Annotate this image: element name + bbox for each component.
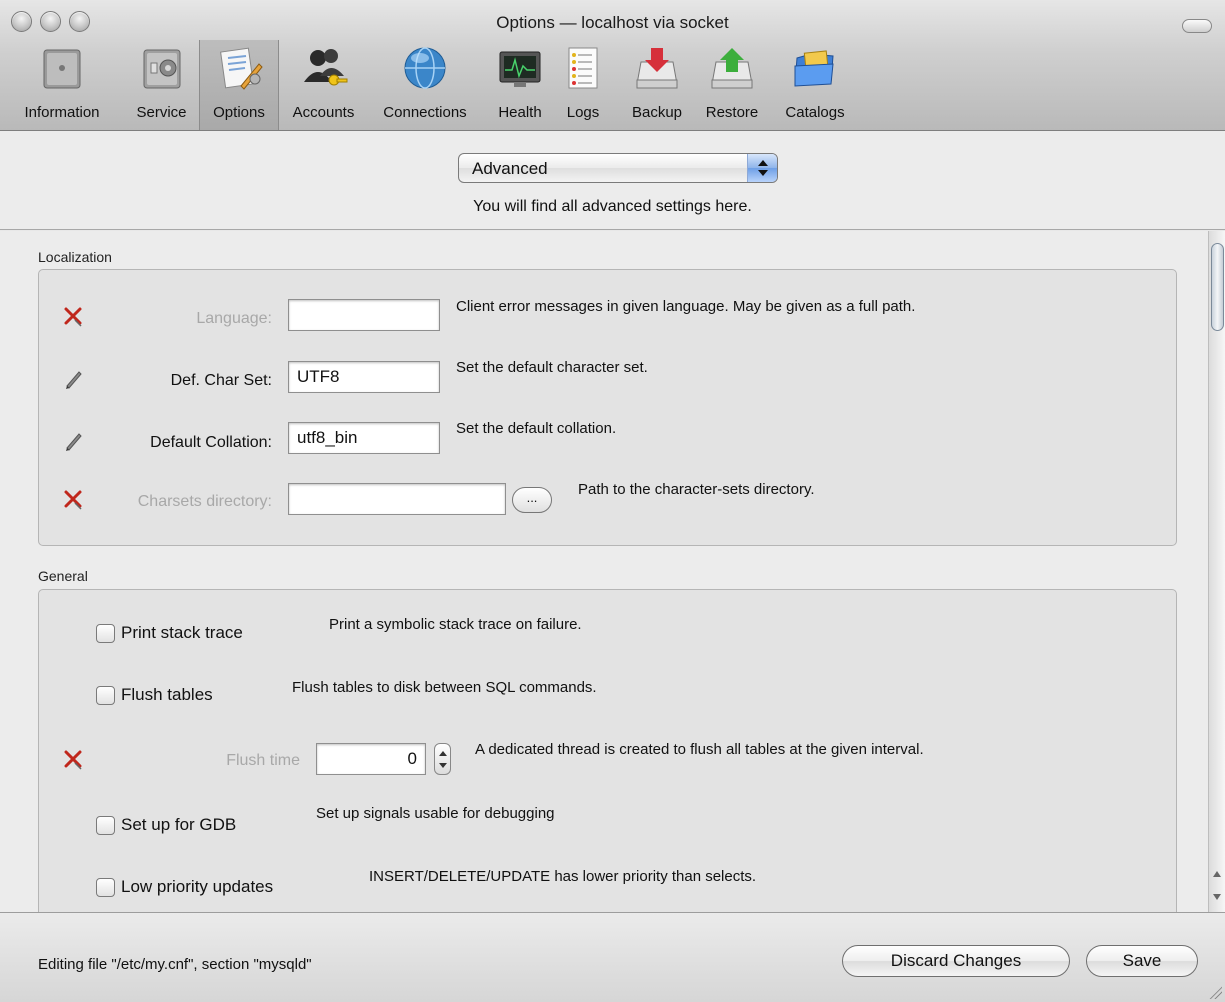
toolbar-item-backup[interactable]: Backup [620, 40, 694, 130]
set-up-for-gdb-label: Set up for GDB [121, 815, 237, 834]
save-button[interactable]: Save [1086, 945, 1198, 977]
options-window: Options — localhost via socket Informati… [0, 0, 1225, 1002]
toolbar-item-catalogs[interactable]: Catalogs [770, 40, 860, 130]
toolbar-item-information[interactable]: Information [0, 40, 124, 130]
print-stack-trace-label: Print stack trace [121, 623, 243, 642]
section-popup-value: Advanced [472, 159, 548, 178]
def-char-set-description: Set the default character set. [456, 359, 648, 376]
disabled-x-icon[interactable] [62, 748, 84, 770]
discard-changes-button[interactable]: Discard Changes [842, 945, 1070, 977]
toolbar-toggle-button[interactable] [1182, 19, 1212, 33]
pencil-icon[interactable] [62, 429, 84, 451]
disabled-x-icon[interactable] [62, 305, 84, 327]
section-description: You will find all advanced settings here… [473, 198, 752, 215]
toolbar-item-restore[interactable]: Restore [694, 40, 770, 130]
toolbar-item-options[interactable]: Options [199, 40, 279, 130]
flush-time-stepper[interactable] [434, 743, 451, 775]
flush-tables-description: Flush tables to disk between SQL command… [292, 679, 597, 696]
disabled-x-icon[interactable] [62, 488, 84, 510]
toolbar-item-logs[interactable]: Logs [556, 40, 610, 130]
options-icon [220, 47, 263, 90]
toolbar-item-health[interactable]: Health [484, 40, 556, 130]
flush-tables-checkbox[interactable]: Flush tables [96, 685, 213, 705]
checkbox-box[interactable] [96, 685, 115, 705]
settings-scroll-area[interactable]: Localization Language: Client error mess… [0, 231, 1225, 912]
toolbar-label-connections: Connections [383, 104, 467, 121]
flush-tables-label: Flush tables [121, 685, 213, 704]
toolbar-label-accounts: Accounts [292, 104, 355, 121]
resize-grip-icon[interactable] [1208, 985, 1222, 999]
toolbar-item-service[interactable]: Service [124, 40, 199, 130]
toolbar-label-service: Service [136, 104, 187, 121]
restore-icon [711, 48, 753, 89]
default-collation-label: Default Collation: [150, 434, 272, 451]
low-priority-updates-checkbox[interactable]: Low priority updates [96, 877, 273, 897]
flush-time-description: A dedicated thread is created to flush a… [475, 741, 924, 758]
toolbar-label-options: Options [213, 104, 265, 121]
def-char-set-field[interactable]: UTF8 [288, 361, 440, 393]
general-group-title: General [38, 568, 88, 584]
scrollbar-thumb[interactable] [1211, 243, 1224, 331]
scroll-up-arrow-icon[interactable] [1213, 871, 1221, 877]
language-label: Language: [196, 310, 272, 327]
browse-button[interactable]: ... [512, 487, 552, 513]
backup-icon [636, 48, 678, 89]
def-char-set-label: Def. Char Set: [170, 372, 272, 389]
connections-icon [404, 47, 446, 89]
charsets-directory-field[interactable] [288, 483, 506, 515]
flush-time-field[interactable]: 0 [316, 743, 426, 775]
set-up-for-gdb-description: Set up signals usable for debugging [316, 805, 555, 822]
toolbar-label-information: Information [24, 104, 100, 121]
bottom-bar: Editing file "/etc/my.cnf", section "mys… [0, 912, 1225, 1002]
charsets-directory-description: Path to the character-sets directory. [578, 481, 815, 498]
toolbar: Information Service Options Accounts Con… [0, 40, 1225, 130]
window-title: Options — localhost via socket [496, 13, 729, 32]
toolbar-item-accounts[interactable]: Accounts [281, 40, 366, 130]
checkbox-box[interactable] [96, 877, 115, 897]
set-up-for-gdb-checkbox[interactable]: Set up for GDB [96, 815, 236, 835]
section-popup[interactable]: Advanced [458, 153, 778, 183]
toolbar-label-logs: Logs [566, 104, 600, 121]
language-field[interactable] [288, 299, 440, 331]
accounts-icon [303, 49, 347, 86]
flush-time-label: Flush time [226, 752, 300, 769]
title-bar: Options — localhost via socket Informati… [0, 0, 1225, 131]
catalogs-icon [794, 50, 834, 87]
scroll-down-arrow-icon[interactable] [1213, 894, 1221, 900]
information-icon [43, 49, 81, 89]
language-description: Client error messages in given language.… [456, 298, 916, 315]
health-icon [499, 51, 541, 87]
popup-arrows-icon [747, 154, 777, 182]
toolbar-label-backup: Backup [631, 104, 683, 121]
low-priority-updates-description: INSERT/DELETE/UPDATE has lower priority … [369, 868, 757, 885]
status-text: Editing file "/etc/my.cnf", section "mys… [38, 956, 312, 973]
print-stack-trace-checkbox[interactable]: Print stack trace [96, 623, 243, 643]
localization-group-title: Localization [38, 249, 112, 265]
section-selector-panel: Advanced You will find all advanced sett… [0, 131, 1225, 230]
charsets-directory-label: Charsets directory: [137, 493, 272, 510]
low-priority-updates-label: Low priority updates [121, 877, 274, 896]
default-collation-description: Set the default collation. [456, 420, 617, 437]
checkbox-box[interactable] [96, 815, 115, 835]
toolbar-item-connections[interactable]: Connections [366, 40, 484, 130]
service-icon [143, 49, 180, 89]
toolbar-label-catalogs: Catalogs [785, 104, 845, 121]
logs-icon [568, 47, 598, 89]
checkbox-box[interactable] [96, 623, 115, 643]
print-stack-trace-description: Print a symbolic stack trace on failure. [329, 616, 582, 633]
vertical-scrollbar[interactable] [1208, 231, 1225, 912]
toolbar-label-restore: Restore [705, 104, 759, 121]
default-collation-field[interactable]: utf8_bin [288, 422, 440, 454]
toolbar-label-health: Health [498, 104, 542, 121]
pencil-icon[interactable] [62, 367, 84, 389]
